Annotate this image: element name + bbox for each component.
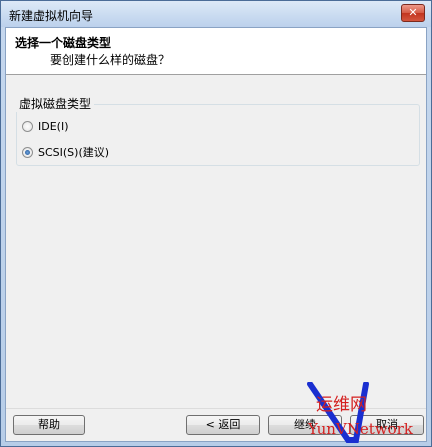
- close-button[interactable]: ✕: [401, 4, 425, 22]
- page-subtitle: 要创建什么样的磁盘？: [50, 53, 171, 67]
- radio-ide-label[interactable]: IDE(I): [38, 120, 69, 133]
- radio-ide-icon[interactable]: [22, 121, 33, 132]
- help-button[interactable]: 帮助: [13, 415, 85, 435]
- wizard-window: 新建虚拟机向导 ✕ 选择一个磁盘类型 要创建什么样的磁盘？ 虚拟磁盘类型 IDE…: [0, 0, 432, 447]
- radio-scsi-label[interactable]: SCSI(S)(建议): [38, 144, 109, 160]
- wizard-header: 选择一个磁盘类型 要创建什么样的磁盘？: [6, 28, 426, 75]
- back-button[interactable]: < 返回: [186, 415, 260, 435]
- radio-option-ide[interactable]: IDE(I): [22, 120, 69, 133]
- close-icon: ✕: [408, 6, 418, 19]
- radio-scsi-icon[interactable]: [22, 146, 33, 158]
- page-title: 选择一个磁盘类型: [15, 36, 112, 50]
- dialog-client-area: 选择一个磁盘类型 要创建什么样的磁盘？ 虚拟磁盘类型 IDE(I) SCSI(S…: [5, 27, 427, 442]
- window-title: 新建虚拟机向导: [9, 9, 94, 23]
- radio-option-scsi[interactable]: SCSI(S)(建议): [22, 144, 109, 160]
- title-bar[interactable]: 新建虚拟机向导 ✕: [1, 1, 431, 27]
- watermark-logo: 运维网 YunVNetwork: [307, 382, 414, 443]
- watermark-cn-text: 运维网: [316, 395, 367, 415]
- watermark-en-text: YunVNetwork: [307, 420, 414, 438]
- disk-type-group-label: 虚拟磁盘类型: [16, 95, 95, 112]
